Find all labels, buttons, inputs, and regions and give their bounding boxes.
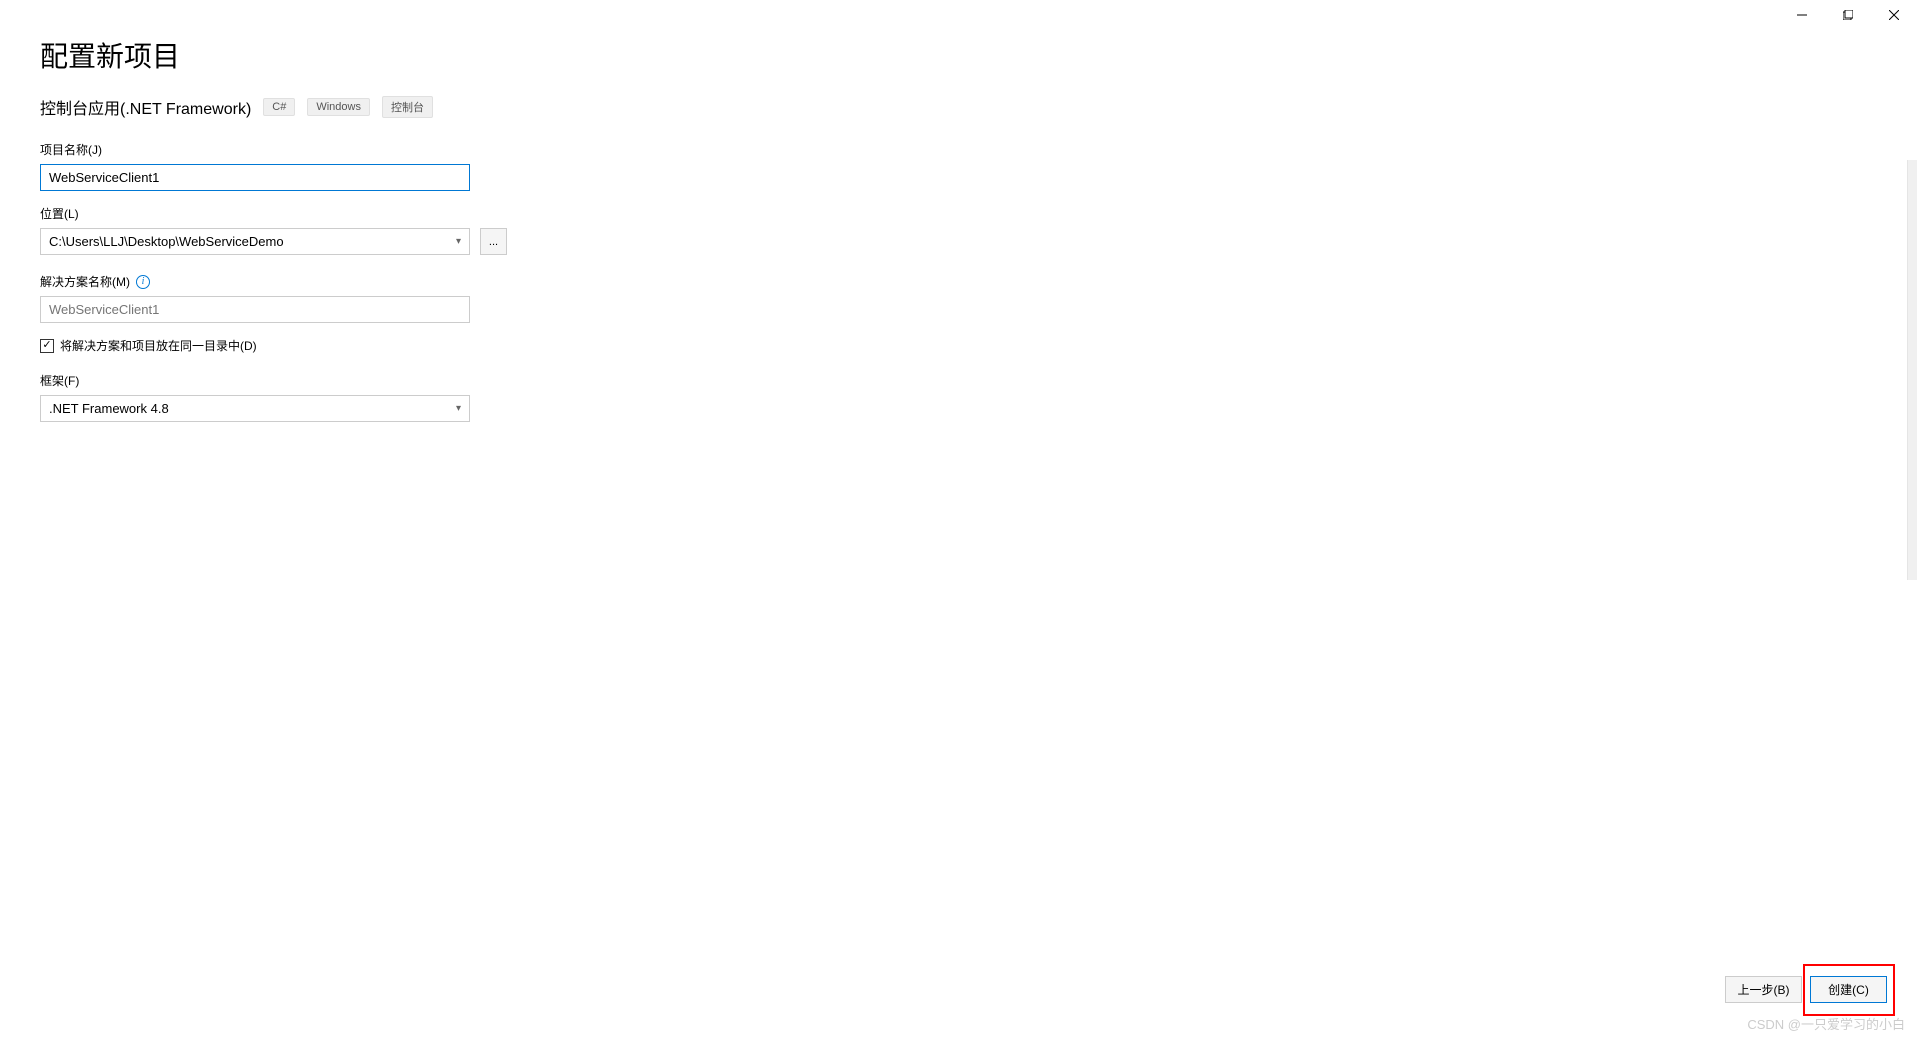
solution-name-input — [40, 296, 470, 323]
same-directory-label: 将解决方案和项目放在同一目录中(D) — [60, 337, 257, 354]
window-controls — [1779, 0, 1917, 30]
minimize-button[interactable] — [1779, 0, 1825, 30]
chevron-down-icon: ▾ — [456, 403, 461, 414]
content-area: 配置新项目 控制台应用(.NET Framework) C# Windows 控… — [0, 0, 1917, 422]
same-directory-checkbox[interactable] — [40, 339, 54, 353]
solution-name-label: 解决方案名称(M) i — [40, 273, 1877, 290]
framework-select[interactable]: .NET Framework 4.8 ▾ — [40, 395, 470, 422]
framework-value: .NET Framework 4.8 — [49, 401, 169, 416]
scrollbar[interactable] — [1907, 160, 1917, 580]
tag-csharp: C# — [263, 98, 295, 116]
project-name-label: 项目名称(J) — [40, 141, 1877, 158]
page-title: 配置新项目 — [40, 35, 1877, 75]
create-button[interactable]: 创建(C) — [1810, 976, 1887, 1003]
location-row: C:\Users\LLJ\Desktop\WebServiceDemo ▾ ..… — [40, 228, 1877, 255]
tag-windows: Windows — [307, 98, 370, 116]
watermark: CSDN @一只爱学习的小白 — [1747, 1014, 1905, 1033]
location-select[interactable]: C:\Users\LLJ\Desktop\WebServiceDemo ▾ — [40, 228, 470, 255]
maximize-button[interactable] — [1825, 0, 1871, 30]
project-name-input[interactable] — [40, 164, 470, 191]
solution-name-label-text: 解决方案名称(M) — [40, 273, 130, 290]
footer-buttons: 上一步(B) 创建(C) — [1725, 976, 1887, 1003]
framework-label: 框架(F) — [40, 372, 1877, 389]
browse-button[interactable]: ... — [480, 228, 507, 255]
same-directory-row: 将解决方案和项目放在同一目录中(D) — [40, 337, 1877, 354]
subtitle-row: 控制台应用(.NET Framework) C# Windows 控制台 — [40, 95, 1877, 119]
tag-console: 控制台 — [382, 96, 433, 118]
location-value: C:\Users\LLJ\Desktop\WebServiceDemo — [49, 234, 284, 249]
project-type-subtitle: 控制台应用(.NET Framework) — [40, 95, 251, 119]
close-button[interactable] — [1871, 0, 1917, 30]
chevron-down-icon: ▾ — [456, 236, 461, 247]
location-label: 位置(L) — [40, 205, 1877, 222]
info-icon[interactable]: i — [136, 275, 150, 289]
back-button[interactable]: 上一步(B) — [1725, 976, 1802, 1003]
